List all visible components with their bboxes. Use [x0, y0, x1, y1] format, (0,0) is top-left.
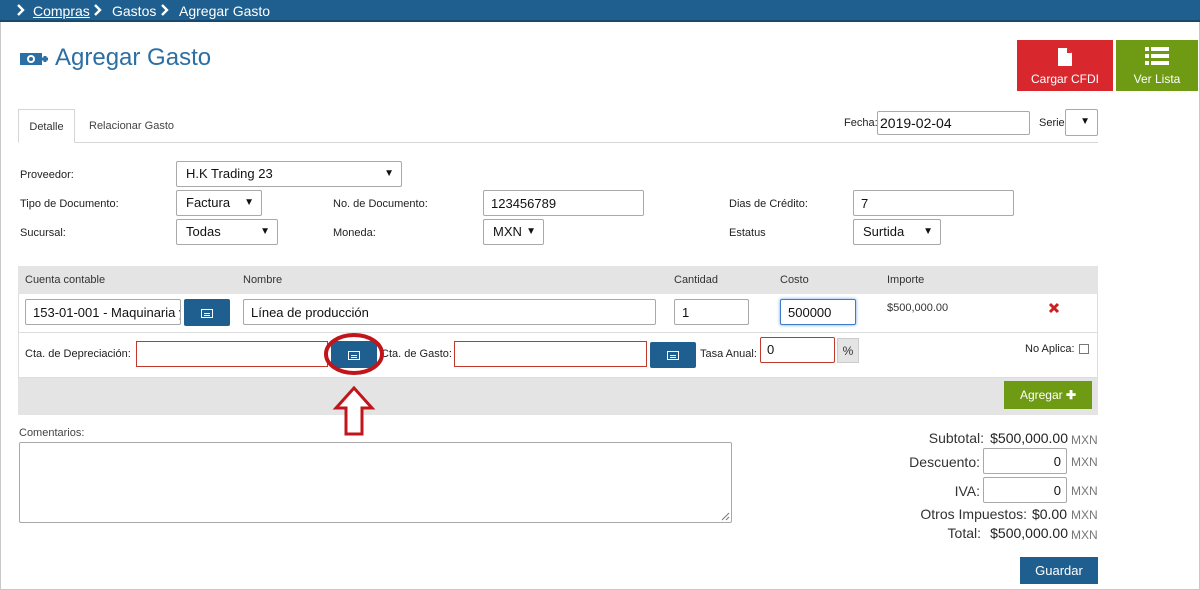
currency-label: MXN [1071, 433, 1098, 447]
tasa-anual-input[interactable]: 0 [760, 337, 835, 363]
fecha-label: Fecha: [844, 117, 878, 129]
money-icon [20, 53, 48, 65]
proveedor-value: H.K Trading 23 [186, 166, 273, 181]
estatus-value: Surtida [863, 224, 905, 239]
cta-depreciacion-label: Cta. de Depreciación: [25, 348, 131, 360]
tab-divider [18, 142, 1098, 143]
agregar-label: Agregar [1019, 388, 1063, 402]
tipo-documento-label: Tipo de Documento: [20, 198, 119, 210]
percent-addon: % [837, 338, 859, 363]
sucursal-value: Todas [186, 224, 221, 239]
resize-handle-icon[interactable] [721, 512, 730, 521]
subtotal-label: Subtotal: [928, 430, 984, 446]
caret-down-icon: ▼ [923, 226, 933, 237]
chevron-right-icon [94, 4, 102, 16]
cantidad-input[interactable]: 1 [674, 299, 749, 325]
cta-depreciacion-input[interactable] [136, 341, 328, 367]
delete-icon[interactable] [1048, 302, 1060, 314]
file-icon [1058, 48, 1072, 66]
subtotal-value: $500,000.00 [990, 430, 1068, 446]
plus-icon: ✚ [1065, 388, 1077, 402]
tab-relacionar-gasto[interactable]: Relacionar Gasto [89, 120, 174, 132]
proveedor-select[interactable]: H.K Trading 23 ▼ [176, 161, 402, 187]
dias-credito-input[interactable]: 7 [853, 190, 1014, 216]
chevron-right-icon [17, 4, 25, 16]
list-icon [1145, 47, 1169, 65]
guardar-button[interactable]: Guardar [1020, 557, 1098, 584]
sucursal-label: Sucursal: [20, 227, 66, 239]
dias-credito-label: Dias de Crédito: [729, 198, 808, 210]
cta-gasto-lookup-button[interactable] [650, 342, 696, 368]
fecha-input[interactable]: 2019-02-04 [877, 111, 1030, 135]
estatus-label: Estatus [729, 227, 766, 239]
moneda-label: Moneda: [333, 227, 376, 239]
cta-gasto-label: Cta. de Gasto: [381, 348, 452, 360]
otros-impuestos-label: Otros Impuestos: [920, 506, 1027, 522]
breadcrumb-current: Agregar Gasto [179, 3, 271, 19]
page-title: Agregar Gasto [55, 44, 212, 71]
descuento-label: Descuento: [909, 454, 980, 470]
page-border-left [0, 22, 1, 590]
descuento-input[interactable]: 0 [983, 448, 1067, 474]
serie-label: Serie [1039, 117, 1065, 129]
col-importe: Importe [887, 274, 925, 286]
breadcrumb-gastos[interactable]: Gastos [112, 3, 156, 19]
agregar-button[interactable]: Agregar ✚ [1004, 381, 1092, 409]
no-aplica-label: No Aplica: [1025, 343, 1075, 355]
cargar-cfdi-button[interactable]: Cargar CFDI [1017, 40, 1113, 91]
comentarios-textarea[interactable] [19, 442, 732, 523]
no-documento-input[interactable]: 123456789 [483, 190, 644, 216]
grid-header [18, 266, 1098, 294]
list-card-icon [667, 351, 679, 360]
ver-lista-label: Ver Lista [1133, 72, 1181, 86]
annotation-arrow-icon [324, 333, 384, 436]
nombre-input[interactable]: Línea de producción [243, 299, 656, 325]
cuenta-lookup-button[interactable] [184, 299, 230, 326]
currency-label: MXN [1071, 455, 1098, 469]
moneda-select[interactable]: MXN ▼ [483, 219, 544, 245]
tab-detalle[interactable]: Detalle [18, 109, 75, 143]
col-cantidad: Cantidad [674, 274, 719, 286]
col-costo: Costo [780, 274, 809, 286]
tasa-anual-label: Tasa Anual: [700, 348, 757, 360]
currency-label: MXN [1071, 484, 1098, 498]
iva-input[interactable]: 0 [983, 477, 1067, 503]
cuenta-contable-input[interactable]: 153-01-001 - Maquinaria y [25, 299, 181, 325]
list-card-icon [201, 308, 213, 318]
estatus-select[interactable]: Surtida ▼ [853, 219, 941, 245]
serie-select[interactable]: ▼ [1065, 109, 1098, 136]
cargar-cfdi-label: Cargar CFDI [1030, 72, 1099, 86]
sucursal-select[interactable]: Todas ▼ [176, 219, 278, 245]
moneda-value: MXN [493, 224, 522, 239]
ver-lista-button[interactable]: Ver Lista [1116, 40, 1198, 91]
cta-gasto-input[interactable] [454, 341, 647, 367]
caret-down-icon: ▼ [260, 226, 270, 237]
tipo-documento-select[interactable]: Factura ▼ [176, 190, 262, 216]
costo-input[interactable]: 500000 [780, 299, 856, 325]
currency-label: MXN [1071, 528, 1098, 542]
breadcrumb-compras[interactable]: Compras [33, 3, 90, 19]
proveedor-label: Proveedor: [20, 169, 74, 181]
iva-label: IVA: [954, 483, 980, 499]
col-nombre: Nombre [243, 274, 283, 286]
no-documento-label: No. de Documento: [333, 198, 428, 210]
col-cuenta-contable: Cuenta contable [25, 274, 106, 286]
caret-down-icon: ▼ [384, 168, 394, 179]
caret-down-icon: ▼ [526, 226, 536, 237]
breadcrumb: Compras Gastos Agregar Gasto [0, 0, 1200, 22]
no-aplica-checkbox[interactable] [1079, 344, 1089, 354]
otros-impuestos-value: $0.00 [1031, 506, 1067, 522]
chevron-right-icon [161, 4, 169, 16]
total-value: $500,000.00 [990, 525, 1068, 541]
currency-label: MXN [1071, 508, 1098, 522]
add-row-strip [18, 378, 1098, 415]
importe-value: $500,000.00 [887, 302, 949, 314]
caret-down-icon: ▼ [1080, 116, 1090, 127]
tipo-documento-value: Factura [186, 195, 231, 210]
caret-down-icon: ▼ [244, 197, 254, 208]
total-label: Total: [947, 525, 981, 541]
comentarios-label: Comentarios: [19, 427, 85, 439]
